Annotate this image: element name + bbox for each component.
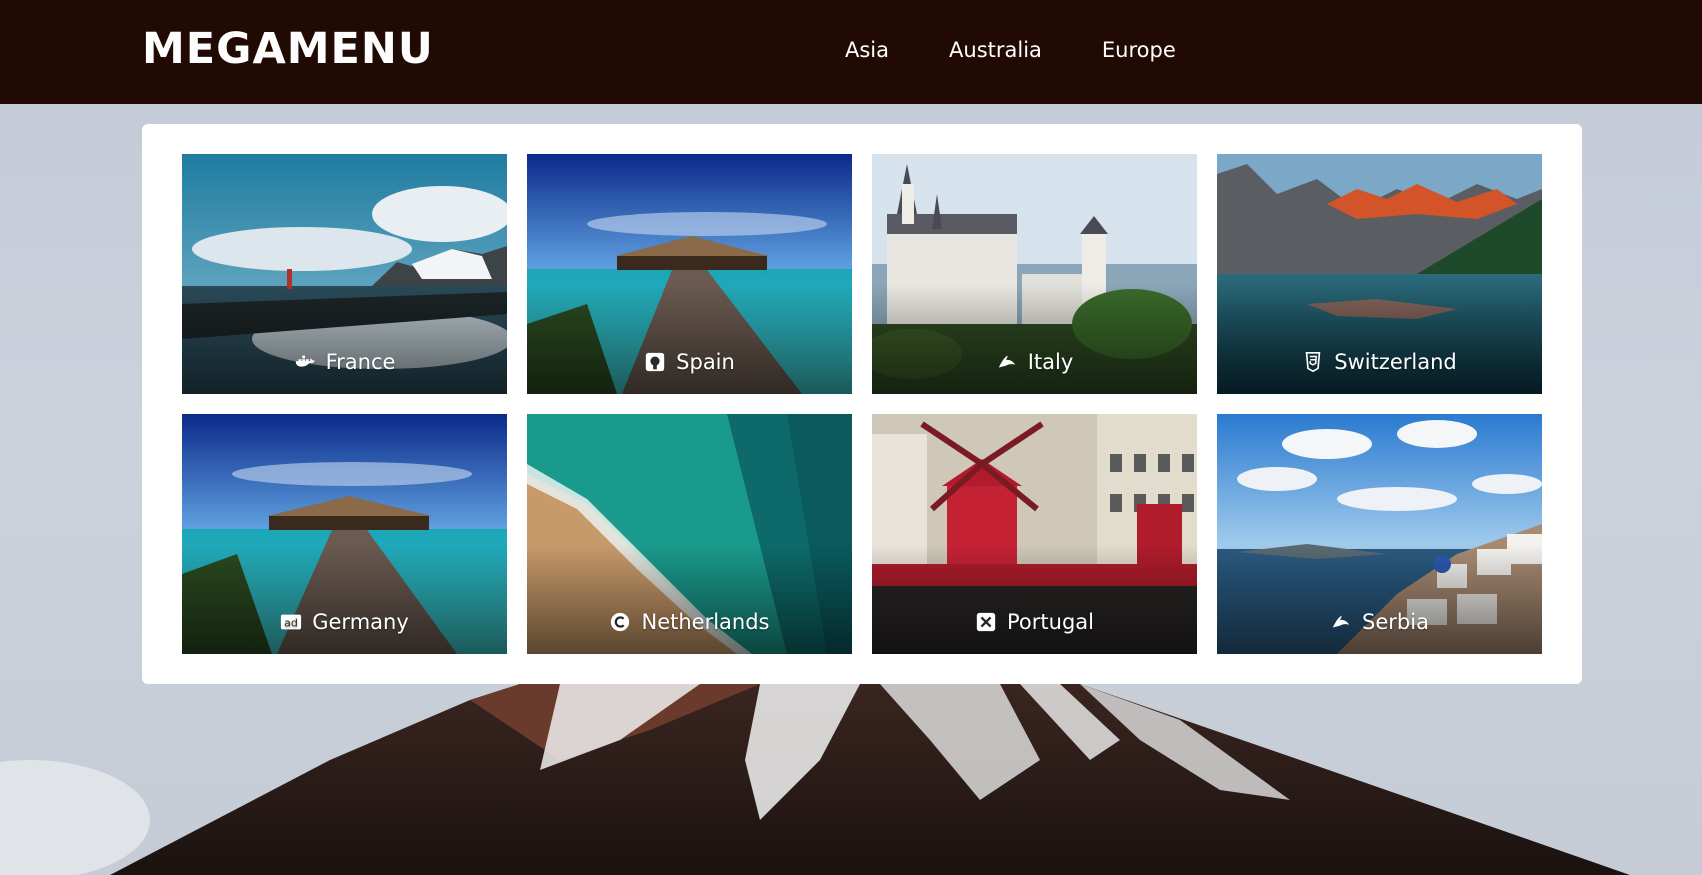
destination-card-portugal[interactable]: Portugal (872, 414, 1197, 654)
card-label: France (325, 350, 396, 374)
destination-card-france[interactable]: France (182, 154, 507, 394)
nav-link-europe[interactable]: Europe (1102, 34, 1176, 66)
github-square-icon (644, 351, 666, 373)
destination-card-serbia[interactable]: Serbia (1217, 414, 1542, 654)
destination-card-italy[interactable]: Italy (872, 154, 1197, 394)
destination-card-germany[interactable]: ad Germany (182, 414, 507, 654)
css3-icon (1302, 351, 1324, 373)
main-nav: Asia Australia Europe (845, 34, 1236, 66)
docker-icon (294, 351, 316, 373)
card-label: Serbia (1362, 610, 1429, 634)
svg-text:ad: ad (284, 617, 298, 630)
card-label: Germany (312, 610, 409, 634)
destination-grid: France Spain Italy Switzerland ad German… (182, 154, 1542, 654)
ad-icon: ad (280, 611, 302, 633)
card-caption: Serbia (1217, 610, 1542, 634)
megamenu-panel: France Spain Italy Switzerland ad German… (142, 124, 1582, 684)
card-label: Spain (676, 350, 735, 374)
nav-link-asia[interactable]: Asia (845, 34, 889, 66)
card-label: Switzerland (1334, 350, 1457, 374)
brand-logo[interactable]: MEGAMENU (142, 23, 434, 75)
x-square-icon (975, 611, 997, 633)
card-caption: Portugal (872, 610, 1197, 634)
affiliatetheme-icon (1330, 611, 1352, 633)
card-label: Portugal (1007, 610, 1094, 634)
header-bar: MEGAMENU Asia Australia Europe (0, 0, 1702, 104)
card-label: Netherlands (641, 610, 770, 634)
card-caption: Switzerland (1217, 350, 1542, 374)
destination-card-switzerland[interactable]: Switzerland (1217, 154, 1542, 394)
card-caption: France (182, 350, 507, 374)
card-caption: ad Germany (182, 610, 507, 634)
card-caption: Netherlands (527, 610, 852, 634)
card-label: Italy (1027, 350, 1074, 374)
card-caption: Spain (527, 350, 852, 374)
destination-card-spain[interactable]: Spain (527, 154, 852, 394)
affiliatetheme-icon (996, 351, 1018, 373)
card-caption: Italy (872, 350, 1197, 374)
destination-card-netherlands[interactable]: Netherlands (527, 414, 852, 654)
creative-commons-icon (609, 611, 631, 633)
nav-link-australia[interactable]: Australia (949, 34, 1042, 66)
